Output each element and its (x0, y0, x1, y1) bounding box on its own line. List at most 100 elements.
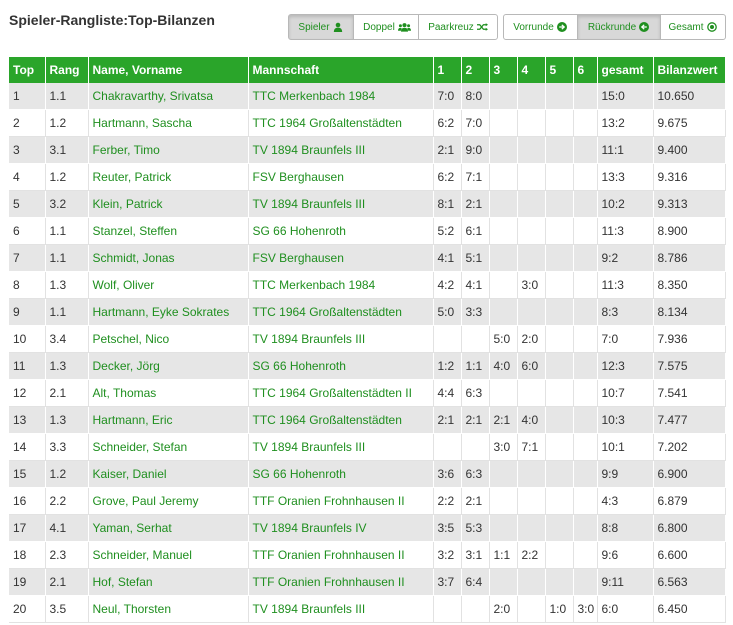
team-link[interactable]: TV 1894 Braunfels IV (248, 514, 434, 542)
position-cell: 1.1 (45, 298, 89, 326)
score-cell (573, 379, 598, 407)
player-name-link[interactable]: Reuter, Patrick (88, 163, 249, 191)
score-cell (545, 217, 574, 245)
player-name-link[interactable]: Schneider, Stefan (88, 433, 249, 461)
view-button-group: Spieler Doppel Paarkreuz (288, 14, 498, 40)
score-cell (545, 514, 574, 542)
team-link[interactable]: TV 1894 Braunfels III (248, 190, 434, 218)
player-name-link[interactable]: Hartmann, Eyke Sokrates (88, 298, 249, 326)
score-cell (573, 298, 598, 326)
team-link[interactable]: FSV Berghausen (248, 244, 434, 272)
player-name-link[interactable]: Hof, Stefan (88, 568, 249, 596)
position-cell: 1.1 (45, 244, 89, 272)
table-row: 12 2.1 Alt, Thomas TTC 1964 Großaltenstädte… (9, 379, 726, 407)
rating-cell: 6.800 (653, 514, 726, 542)
score-cell (489, 514, 518, 542)
score-cell: 1:0 (545, 595, 574, 623)
table-row: 5 3.2 Klein, Patrick TV 1894 Braunfels III 8… (9, 190, 726, 218)
player-name-link[interactable]: Kaiser, Daniel (88, 460, 249, 488)
column-header: Rang (45, 57, 89, 83)
team-link[interactable]: TTC 1964 Großaltenstädten (248, 109, 434, 137)
team-link[interactable]: FSV Berghausen (248, 163, 434, 191)
team-link[interactable]: TTC 1964 Großaltenstädten (248, 298, 434, 326)
player-name-link[interactable]: Hartmann, Eric (88, 406, 249, 434)
score-cell: 2:1 (461, 487, 490, 515)
position-cell: 1.2 (45, 109, 89, 137)
users-icon (397, 22, 411, 32)
score-cell (517, 568, 546, 596)
score-cell (489, 217, 518, 245)
player-name-link[interactable]: Chakravarthy, Srivatsa (88, 83, 249, 110)
button-vorrunde[interactable]: Vorrunde (503, 14, 578, 40)
position-cell: 1.3 (45, 406, 89, 434)
rank-cell: 7 (9, 244, 46, 272)
player-name-link[interactable]: Alt, Thomas (88, 379, 249, 407)
player-name-link[interactable]: Neul, Thorsten (88, 595, 249, 623)
button-doppel[interactable]: Doppel (353, 14, 419, 40)
player-name-link[interactable]: Decker, Jörg (88, 352, 249, 380)
ranking-table: Top Rang Name, Vorname Mannschaft 1 2 3 4 5 6 gesa… (9, 57, 726, 623)
score-cell (545, 541, 574, 569)
total-cell: 6:0 (597, 595, 654, 623)
team-link[interactable]: TV 1894 Braunfels III (248, 325, 434, 353)
team-link[interactable]: SG 66 Hohenroth (248, 352, 434, 380)
score-cell (461, 433, 490, 461)
team-link[interactable]: TTF Oranien Frohnhausen II (248, 541, 434, 569)
button-spieler[interactable]: Spieler (288, 14, 354, 40)
rank-cell: 17 (9, 514, 46, 542)
table-row: 4 1.2 Reuter, Patrick FSV Berghausen 6:2 7:1 1… (9, 163, 726, 191)
team-link[interactable]: SG 66 Hohenroth (248, 460, 434, 488)
column-header: Top (9, 57, 46, 83)
team-link[interactable]: SG 66 Hohenroth (248, 217, 434, 245)
score-cell (489, 163, 518, 191)
page-title: Spieler-Rangliste:Top-Bilanzen (9, 12, 215, 28)
score-cell: 6:2 (433, 109, 462, 137)
player-name-link[interactable]: Wolf, Oliver (88, 271, 249, 299)
button-paarkreuz[interactable]: Paarkreuz (418, 14, 498, 40)
score-cell: 1:2 (433, 352, 462, 380)
player-name-link[interactable]: Petschel, Nico (88, 325, 249, 353)
team-link[interactable]: TV 1894 Braunfels III (248, 433, 434, 461)
team-link[interactable]: TTC 1964 Großaltenstädten II (248, 379, 434, 407)
score-cell: 3:2 (433, 541, 462, 569)
team-link[interactable]: TTF Oranien Frohnhausen II (248, 568, 434, 596)
team-link[interactable]: TTC 1964 Großaltenstädten (248, 406, 434, 434)
player-name-link[interactable]: Klein, Patrick (88, 190, 249, 218)
rank-cell: 13 (9, 406, 46, 434)
player-name-link[interactable]: Schneider, Manuel (88, 541, 249, 569)
total-cell: 13:2 (597, 109, 654, 137)
score-cell (573, 244, 598, 272)
team-link[interactable]: TTF Oranien Frohnhausen II (248, 487, 434, 515)
player-name-link[interactable]: Grove, Paul Jeremy (88, 487, 249, 515)
score-cell (517, 136, 546, 164)
rank-cell: 15 (9, 460, 46, 488)
score-cell (545, 244, 574, 272)
score-cell: 5:0 (489, 325, 518, 353)
score-cell (573, 406, 598, 434)
position-cell: 2.1 (45, 379, 89, 407)
team-link[interactable]: TV 1894 Braunfels III (248, 595, 434, 623)
score-cell (545, 190, 574, 218)
score-cell: 4:1 (433, 244, 462, 272)
player-name-link[interactable]: Schmidt, Jonas (88, 244, 249, 272)
score-cell (545, 433, 574, 461)
column-header: 6 (573, 57, 598, 83)
score-cell: 2:1 (433, 136, 462, 164)
team-link[interactable]: TTC Merkenbach 1984 (248, 271, 434, 299)
player-name-link[interactable]: Yaman, Serhat (88, 514, 249, 542)
score-cell: 4:2 (433, 271, 462, 299)
button-r-ckrunde[interactable]: Rückrunde (577, 14, 661, 40)
score-cell (489, 244, 518, 272)
total-cell: 10:7 (597, 379, 654, 407)
score-cell (573, 568, 598, 596)
team-link[interactable]: TTC Merkenbach 1984 (248, 83, 434, 110)
column-header: Name, Vorname (88, 57, 249, 83)
score-cell: 5:3 (461, 514, 490, 542)
score-cell (433, 433, 462, 461)
player-name-link[interactable]: Stanzel, Steffen (88, 217, 249, 245)
team-link[interactable]: TV 1894 Braunfels III (248, 136, 434, 164)
button-gesamt[interactable]: Gesamt (660, 14, 726, 40)
player-name-link[interactable]: Ferber, Timo (88, 136, 249, 164)
score-cell (573, 163, 598, 191)
player-name-link[interactable]: Hartmann, Sascha (88, 109, 249, 137)
